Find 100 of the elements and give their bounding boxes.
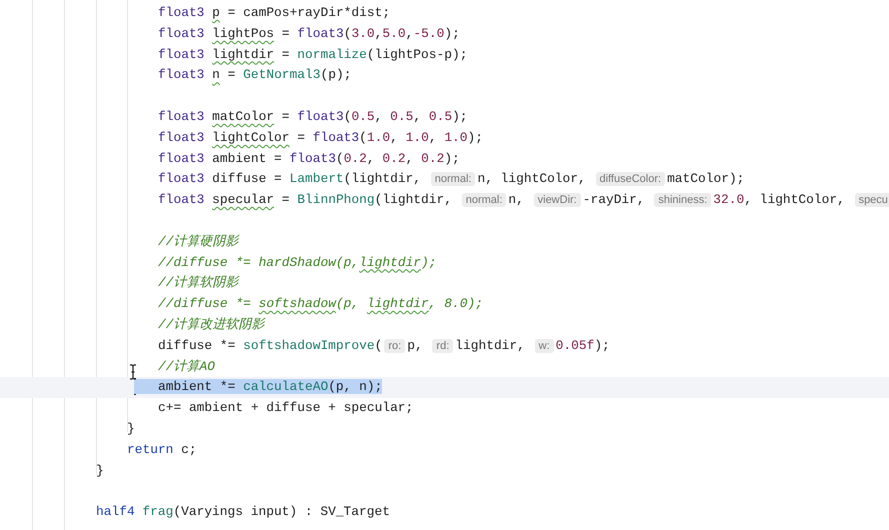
keyword: float3: [312, 130, 360, 145]
code-text: (: [374, 338, 382, 353]
code-text: n, lightColor,: [477, 171, 587, 186]
code-text: ,: [406, 150, 414, 166]
code-text: (p);: [320, 67, 352, 82]
keyword: float3: [158, 108, 206, 124]
code-text: (Varyings input) : SV_Target: [173, 504, 390, 520]
code-text: ,: [374, 26, 382, 41]
keyword: float3: [158, 67, 206, 82]
warning-underlined-text: matColor: [212, 108, 274, 124]
number-literal: 0.2: [421, 150, 444, 166]
code-text: =: [296, 130, 306, 145]
warning-underlined-text: specular: [212, 192, 274, 208]
code-text: ,: [428, 130, 438, 145]
parameter-hint: shininess:: [654, 193, 712, 208]
code-text: p,: [407, 338, 424, 353]
code-comment: );: [421, 254, 437, 270]
keyword: float3: [158, 5, 206, 20]
number-literal: 3.0: [351, 26, 375, 41]
code-text: (: [336, 150, 344, 166]
function-name: calculateAO: [243, 379, 328, 394]
code-text: ambient =: [211, 150, 283, 166]
number-literal: 0.2: [382, 150, 406, 166]
number-literal: 0.05f: [556, 338, 594, 353]
parameter-hint: normal:: [430, 172, 476, 186]
number-literal: 0.5: [428, 108, 452, 124]
code-text: );: [444, 150, 460, 166]
warning-underlined-text: lightColor: [212, 130, 290, 145]
code-text: c+= ambient + diffuse + specular;: [158, 400, 414, 416]
keyword: float3: [158, 46, 206, 62]
parameter-hint: normal:: [462, 193, 506, 208]
code-text: ,: [413, 108, 422, 124]
parameter-hint: ro:: [384, 338, 406, 353]
code-text: (lightPos-p);: [366, 46, 468, 62]
parameter-hint: rd:: [432, 338, 454, 353]
warning-underlined-text: lightdir: [359, 254, 422, 270]
code-text: , lightColor,: [744, 192, 846, 208]
code-comment: //计算改进软阴影: [158, 316, 264, 332]
keyword: half4: [96, 504, 136, 520]
code-text: }: [96, 462, 104, 478]
code-text: c;: [180, 442, 197, 457]
function-name: BlinnPhong: [297, 192, 375, 208]
code-text: }: [127, 420, 135, 436]
code-text: (: [344, 26, 352, 41]
code-text: =: [226, 67, 236, 82]
code-text: (: [344, 108, 352, 124]
function-name: GetNormal3: [243, 67, 320, 82]
number-literal: -5.0: [413, 26, 444, 41]
code-text: );: [468, 130, 484, 145]
code-text: (: [359, 130, 367, 145]
code-comment: (p,: [336, 296, 360, 312]
code-comment: //计算硬阴影: [158, 234, 238, 249]
code-text: ,: [390, 130, 399, 145]
code-text: );: [452, 108, 468, 124]
code-text: (lightdir,: [344, 171, 422, 186]
number-literal: 1.0: [444, 130, 468, 145]
parameter-hint: specu: [854, 193, 889, 208]
parameter-hint: viewDir:: [534, 193, 581, 208]
code-text: ambient *=: [134, 379, 244, 394]
code-text: matColor);: [667, 171, 744, 186]
code-text: lightdir,: [455, 338, 526, 353]
code-text: diffuse *=: [158, 338, 236, 353]
number-literal: 1.0: [406, 130, 429, 145]
warning-underlined-text: lightPos: [212, 26, 274, 41]
code-comment: //计算AO: [158, 358, 215, 374]
keyword: float3: [297, 26, 344, 41]
code-text: diffuse =: [211, 171, 283, 186]
number-literal: 5.0: [382, 26, 406, 41]
function-name: Lambert: [290, 171, 344, 186]
warning-underlined-text: softshadow: [258, 296, 336, 312]
warning-underlined-text: lightdir: [212, 46, 274, 62]
code-text: ,: [374, 108, 384, 124]
warning-underlined-text: n: [212, 67, 220, 82]
keyword: float3: [158, 192, 206, 208]
code-text: =: [280, 46, 291, 62]
code-text: =: [280, 108, 291, 124]
function-name: softshadowImprove: [243, 338, 375, 353]
keyword: float3: [158, 26, 206, 41]
code-text: (lightdir,: [374, 192, 453, 208]
code-comment: //diffuse *= hardShadow(p,: [158, 254, 360, 270]
parameter-hint: w:: [534, 338, 554, 353]
warning-underlined-text: p: [212, 5, 220, 20]
code-text: -rayDir,: [582, 192, 646, 208]
function-name: normalize: [297, 46, 367, 62]
number-literal: 0.5: [351, 108, 375, 124]
keyword: float3: [290, 150, 336, 166]
code-text: ,: [406, 26, 414, 41]
number-literal: 0.5: [390, 108, 414, 124]
number-literal: 32.0: [713, 192, 744, 208]
function-name: frag: [142, 504, 174, 520]
keyword: return: [127, 442, 174, 457]
code-comment: //diffuse *=: [158, 296, 252, 312]
code-text: =: [280, 26, 291, 41]
code-text: );: [444, 26, 460, 41]
code-text: ,: [366, 150, 376, 166]
warning-underlined-text: lightdir: [366, 296, 429, 312]
code-text: (p, n);: [328, 379, 382, 394]
number-literal: 0.2: [344, 150, 367, 166]
code-text: );: [594, 338, 610, 353]
code-comment: //计算软阴影: [158, 275, 238, 290]
